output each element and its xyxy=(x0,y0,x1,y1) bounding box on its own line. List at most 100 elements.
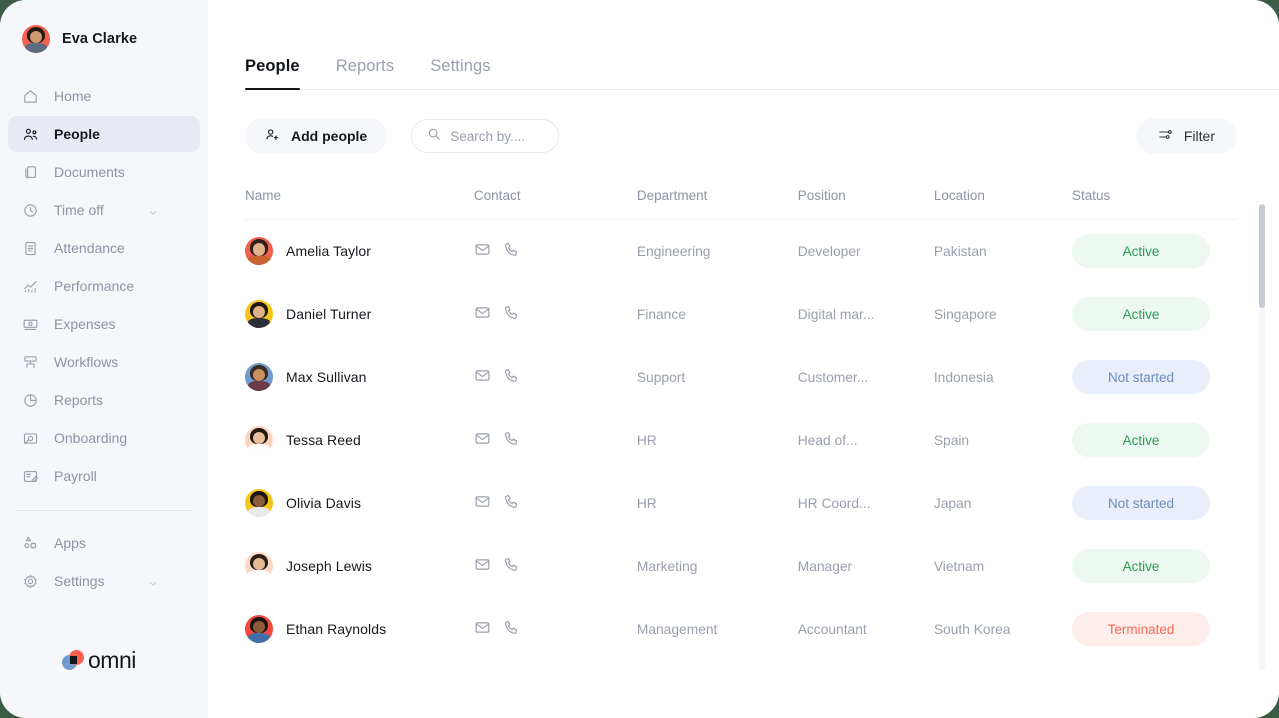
mail-icon[interactable] xyxy=(474,304,491,324)
sidebar-item-workflows[interactable]: Workflows xyxy=(8,344,200,380)
cell-location: Singapore xyxy=(934,283,1072,346)
search-box[interactable] xyxy=(411,119,559,153)
cell-position: Digital mar... xyxy=(798,283,934,346)
sidebar-item-settings[interactable]: Settings xyxy=(8,563,200,599)
cell-name: Tessa Reed xyxy=(245,409,474,472)
payroll-icon xyxy=(22,468,39,485)
cell-status: Not started xyxy=(1072,346,1237,409)
add-people-button[interactable]: Add people xyxy=(245,118,387,154)
money-icon xyxy=(22,316,39,333)
phone-icon[interactable] xyxy=(503,556,520,576)
cell-name: Max Sullivan xyxy=(245,346,474,409)
avatar xyxy=(245,363,273,391)
profile-name: Eva Clarke xyxy=(62,31,137,47)
people-table: NameContactDepartmentPositionLocationSta… xyxy=(245,188,1237,661)
tab-people[interactable]: People xyxy=(245,57,300,89)
clock-icon xyxy=(22,202,39,219)
chevron-down-icon[interactable] xyxy=(148,576,158,586)
sidebar-item-payroll[interactable]: Payroll xyxy=(8,458,200,494)
pie-chart-icon xyxy=(22,392,39,409)
cell-name: Joseph Lewis xyxy=(245,535,474,598)
sidebar-item-onboarding[interactable]: Onboarding xyxy=(8,420,200,456)
scrollbar-track[interactable] xyxy=(1259,204,1265,670)
sidebar-item-label: Workflows xyxy=(54,354,118,370)
cell-status: Active xyxy=(1072,535,1237,598)
sidebar-item-label: Home xyxy=(54,88,91,104)
cell-location: Spain xyxy=(934,409,1072,472)
chevron-down-icon[interactable] xyxy=(148,205,158,215)
mail-icon[interactable] xyxy=(474,430,491,450)
phone-icon[interactable] xyxy=(503,304,520,324)
person-name: Amelia Taylor xyxy=(286,243,371,259)
home-icon xyxy=(22,88,39,105)
mail-icon[interactable] xyxy=(474,241,491,261)
sidebar-divider xyxy=(16,510,192,511)
search-input[interactable] xyxy=(450,129,543,144)
cell-contact xyxy=(474,598,637,661)
status-badge: Active xyxy=(1072,297,1210,331)
cell-name: Ethan Raynolds xyxy=(245,598,474,661)
table-row[interactable]: Max SullivanSupportCustomer...IndonesiaN… xyxy=(245,346,1237,409)
table-row[interactable]: Joseph LewisMarketingManagerVietnamActiv… xyxy=(245,535,1237,598)
cell-status: Not started xyxy=(1072,472,1237,535)
sidebar-item-attendance[interactable]: Attendance xyxy=(8,230,200,266)
sidebar-item-label: Attendance xyxy=(54,240,125,256)
phone-icon[interactable] xyxy=(503,430,520,450)
cell-status: Active xyxy=(1072,409,1237,472)
sidebar-item-reports[interactable]: Reports xyxy=(8,382,200,418)
phone-icon[interactable] xyxy=(503,367,520,387)
column-header-status: Status xyxy=(1072,188,1237,220)
table-row[interactable]: Amelia TaylorEngineeringDeveloperPakista… xyxy=(245,220,1237,283)
cell-status: Active xyxy=(1072,220,1237,283)
phone-icon[interactable] xyxy=(503,493,520,513)
table-row[interactable]: Ethan RaynoldsManagementAccountantSouth … xyxy=(245,598,1237,661)
avatar xyxy=(245,300,273,328)
tab-reports[interactable]: Reports xyxy=(336,57,394,89)
sidebar-item-label: Performance xyxy=(54,278,134,294)
sidebar: Eva Clarke Home PeopleDocuments Time off At… xyxy=(0,0,208,718)
toolbar: Add people Filter xyxy=(245,116,1279,156)
table-row[interactable]: Daniel TurnerFinanceDigital mar...Singap… xyxy=(245,283,1237,346)
sidebar-item-time-off[interactable]: Time off xyxy=(8,192,200,228)
filter-button[interactable]: Filter xyxy=(1136,118,1237,154)
mail-icon[interactable] xyxy=(474,556,491,576)
phone-icon[interactable] xyxy=(503,241,520,261)
sidebar-item-people[interactable]: People xyxy=(8,116,200,152)
avatar xyxy=(245,237,273,265)
cell-position: HR Coord... xyxy=(798,472,934,535)
table-row[interactable]: Olivia DavisHRHR Coord...JapanNot starte… xyxy=(245,472,1237,535)
scrollbar-thumb[interactable] xyxy=(1259,204,1265,308)
phone-icon[interactable] xyxy=(503,619,520,639)
sidebar-item-home[interactable]: Home xyxy=(8,78,200,114)
sidebar-item-apps[interactable]: Apps xyxy=(8,525,200,561)
cell-position: Customer... xyxy=(798,346,934,409)
cell-contact xyxy=(474,346,637,409)
user-plus-icon xyxy=(265,127,280,145)
apps-icon xyxy=(22,535,39,552)
mail-icon[interactable] xyxy=(474,619,491,639)
sidebar-item-label: Apps xyxy=(54,535,86,551)
column-header-contact: Contact xyxy=(474,188,637,220)
cell-status: Terminated xyxy=(1072,598,1237,661)
sidebar-item-expenses[interactable]: Expenses xyxy=(8,306,200,342)
user-profile[interactable]: Eva Clarke xyxy=(0,18,208,60)
person-name: Daniel Turner xyxy=(286,306,371,322)
tab-settings[interactable]: Settings xyxy=(430,57,490,89)
logo-text: omni xyxy=(88,647,136,674)
sidebar-item-label: Time off xyxy=(54,202,104,218)
cell-contact xyxy=(474,283,637,346)
mail-icon[interactable] xyxy=(474,367,491,387)
app-window: Eva Clarke HomePeopleDocumentsTime offAt… xyxy=(0,0,1279,718)
sidebar-item-documents[interactable]: Documents xyxy=(8,154,200,190)
status-badge: Active xyxy=(1072,549,1210,583)
table-row[interactable]: Tessa ReedHRHead of...SpainActive xyxy=(245,409,1237,472)
mail-icon[interactable] xyxy=(474,493,491,513)
person-name: Joseph Lewis xyxy=(286,558,372,574)
omni-logo-icon xyxy=(62,650,88,672)
cell-location: Pakistan xyxy=(934,220,1072,283)
onboarding-icon xyxy=(22,430,39,447)
sidebar-item-performance[interactable]: Performance xyxy=(8,268,200,304)
cell-location: South Korea xyxy=(934,598,1072,661)
status-badge: Not started xyxy=(1072,360,1210,394)
filter-sliders-icon xyxy=(1158,127,1173,145)
